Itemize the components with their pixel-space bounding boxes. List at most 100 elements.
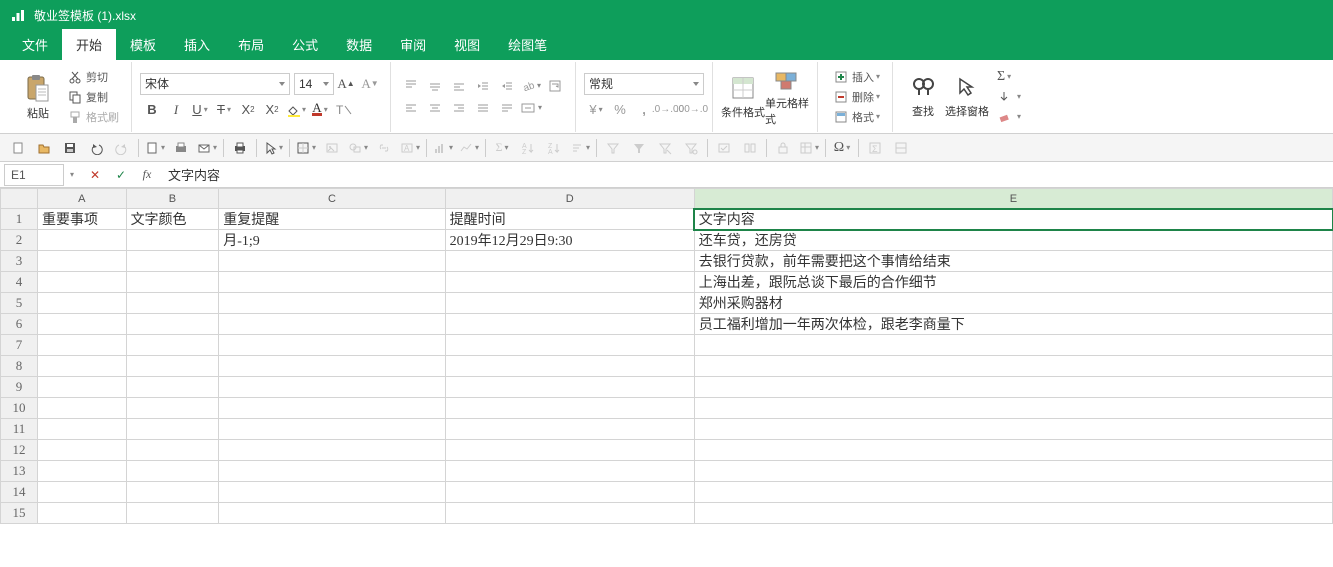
cell-A9[interactable] — [38, 377, 127, 398]
insert-cells-button[interactable]: 插入▾ — [830, 67, 884, 87]
align-left-button[interactable] — [399, 97, 423, 119]
cell-E10[interactable] — [694, 398, 1332, 419]
autosum-button[interactable]: Σ▾ — [993, 67, 1025, 87]
orientation-button[interactable]: ab▾ — [519, 75, 543, 97]
align-middle-button[interactable] — [423, 75, 447, 97]
row-header[interactable]: 13 — [1, 461, 38, 482]
bold-button[interactable]: B — [140, 99, 164, 121]
cell-B6[interactable] — [126, 314, 219, 335]
cell-A5[interactable] — [38, 293, 127, 314]
row-header[interactable]: 1 — [1, 209, 38, 230]
row-header[interactable]: 10 — [1, 398, 38, 419]
menu-insert[interactable]: 插入 — [170, 29, 224, 60]
cell-E1[interactable]: 文字内容 — [694, 209, 1332, 230]
cell-D12[interactable] — [445, 440, 694, 461]
select-pane-button[interactable]: 选择窗格 — [945, 67, 989, 127]
decrease-indent-button[interactable] — [471, 75, 495, 97]
cell-C3[interactable] — [219, 251, 445, 272]
link-button[interactable] — [372, 137, 396, 159]
find-button[interactable]: 查找 — [901, 67, 945, 127]
cell-style-button[interactable]: 单元格样式 — [765, 67, 809, 127]
clear-button[interactable]: ▾ — [993, 107, 1025, 127]
align-center-button[interactable] — [423, 97, 447, 119]
print-preview-button[interactable] — [169, 137, 193, 159]
cell-C14[interactable] — [219, 482, 445, 503]
cell-E7[interactable] — [694, 335, 1332, 356]
filter-b-button[interactable] — [627, 137, 651, 159]
picture-button[interactable] — [320, 137, 344, 159]
cell-B3[interactable] — [126, 251, 219, 272]
cell-A7[interactable] — [38, 335, 127, 356]
save-button[interactable] — [58, 137, 82, 159]
cell-C4[interactable] — [219, 272, 445, 293]
cell-B5[interactable] — [126, 293, 219, 314]
row-header[interactable]: 12 — [1, 440, 38, 461]
cell-E13[interactable] — [694, 461, 1332, 482]
cut-button[interactable]: 剪切 — [64, 67, 123, 87]
row-header[interactable]: 7 — [1, 335, 38, 356]
cursor-button[interactable]: ▾ — [261, 137, 285, 159]
menu-formula[interactable]: 公式 — [278, 29, 332, 60]
align-bottom-button[interactable] — [447, 75, 471, 97]
cell-B9[interactable] — [126, 377, 219, 398]
undo-button[interactable] — [84, 137, 108, 159]
row-header[interactable]: 15 — [1, 503, 38, 524]
cell-B12[interactable] — [126, 440, 219, 461]
cell-C7[interactable] — [219, 335, 445, 356]
align-right-button[interactable] — [447, 97, 471, 119]
column-header-E[interactable]: E — [694, 189, 1332, 209]
merge-cells-button[interactable]: ▾ — [519, 97, 543, 119]
menu-draw[interactable]: 绘图笔 — [494, 29, 561, 60]
sum-button[interactable]: Σ▾ — [490, 137, 514, 159]
percent-button[interactable]: % — [608, 99, 632, 121]
row-header[interactable]: 8 — [1, 356, 38, 377]
cell-E8[interactable] — [694, 356, 1332, 377]
paste-button[interactable]: 粘贴 — [16, 67, 60, 127]
row-header[interactable]: 6 — [1, 314, 38, 335]
cell-D14[interactable] — [445, 482, 694, 503]
name-box[interactable]: E1 — [4, 164, 64, 186]
cell-C9[interactable] — [219, 377, 445, 398]
chart2-button[interactable]: ▾ — [457, 137, 481, 159]
cell-E12[interactable] — [694, 440, 1332, 461]
subtotal2-button[interactable] — [889, 137, 913, 159]
cell-C13[interactable] — [219, 461, 445, 482]
validate-button[interactable] — [712, 137, 736, 159]
cell-E2[interactable]: 还车贷，还房贷 — [694, 230, 1332, 251]
delete-cells-button[interactable]: 删除▾ — [830, 87, 884, 107]
decrease-decimal-button[interactable]: .00→.0 — [680, 99, 704, 121]
copy-button[interactable]: 复制 — [64, 87, 123, 107]
formula-cancel-button[interactable]: ✕ — [82, 164, 108, 186]
subtotal-button[interactable]: Σ — [863, 137, 887, 159]
cell-B2[interactable] — [126, 230, 219, 251]
cell-B8[interactable] — [126, 356, 219, 377]
shape-button[interactable]: ▾ — [346, 137, 370, 159]
align-top-button[interactable] — [399, 75, 423, 97]
cell-C10[interactable] — [219, 398, 445, 419]
cell-A3[interactable] — [38, 251, 127, 272]
cell-E11[interactable] — [694, 419, 1332, 440]
cell-E6[interactable]: 员工福利增加一年两次体检，跟老李商量下 — [694, 314, 1332, 335]
number-format-select[interactable]: 常规 — [584, 73, 704, 95]
cell-A12[interactable] — [38, 440, 127, 461]
cell-A13[interactable] — [38, 461, 127, 482]
cell-E9[interactable] — [694, 377, 1332, 398]
font-size-select[interactable]: 14 — [294, 73, 334, 95]
cell-D5[interactable] — [445, 293, 694, 314]
chart-button[interactable]: ▾ — [431, 137, 455, 159]
row-header[interactable]: 2 — [1, 230, 38, 251]
row-header[interactable]: 11 — [1, 419, 38, 440]
cell-A11[interactable] — [38, 419, 127, 440]
cell-D2[interactable]: 2019年12月29日9:30 — [445, 230, 694, 251]
freeze-button[interactable]: ▾ — [797, 137, 821, 159]
fill-button[interactable]: ▾ — [993, 87, 1025, 107]
menu-view[interactable]: 视图 — [440, 29, 494, 60]
cell-E5[interactable]: 郑州采购器材 — [694, 293, 1332, 314]
cell-D15[interactable] — [445, 503, 694, 524]
cell-A6[interactable] — [38, 314, 127, 335]
cell-C1[interactable]: 重复提醒 — [219, 209, 445, 230]
spreadsheet-grid[interactable]: ABCDE1重要事项文字颜色重复提醒提醒时间文字内容2月-1;92019年12月… — [0, 188, 1333, 524]
cell-C8[interactable] — [219, 356, 445, 377]
cell-C11[interactable] — [219, 419, 445, 440]
textbox-button[interactable]: A▾ — [398, 137, 422, 159]
